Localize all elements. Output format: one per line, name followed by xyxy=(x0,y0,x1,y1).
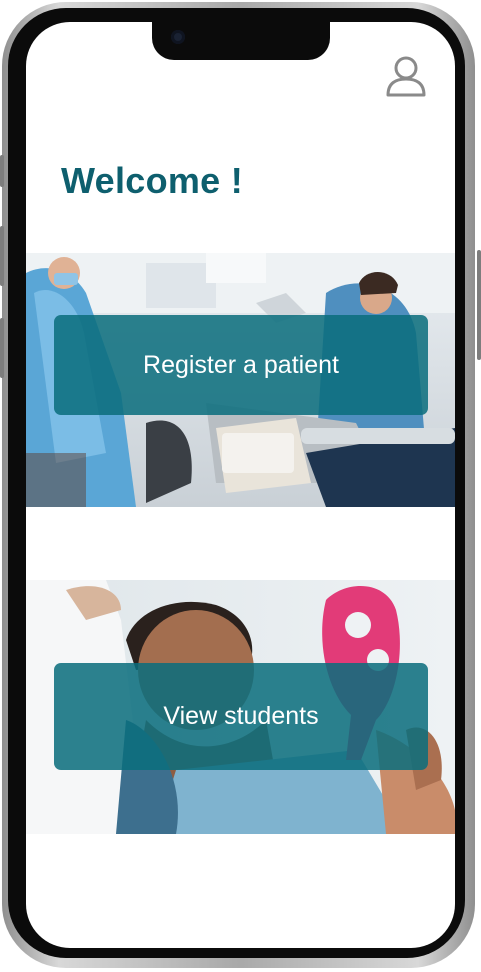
front-camera xyxy=(171,30,185,44)
power-button xyxy=(477,250,481,360)
volume-down-button xyxy=(0,318,4,378)
app-screen: Welcome ! Register a patient View studen… xyxy=(26,22,455,948)
user-profile-icon xyxy=(386,56,426,97)
register-patient-card[interactable]: Register a patient xyxy=(26,253,455,507)
mute-switch xyxy=(0,155,4,187)
view-students-card[interactable]: View students xyxy=(26,580,455,834)
page-title: Welcome ! xyxy=(61,160,244,201)
volume-up-button xyxy=(0,226,4,286)
register-patient-button[interactable]: Register a patient xyxy=(54,315,428,415)
profile-button[interactable] xyxy=(384,55,428,99)
view-students-button[interactable]: View students xyxy=(54,663,428,770)
